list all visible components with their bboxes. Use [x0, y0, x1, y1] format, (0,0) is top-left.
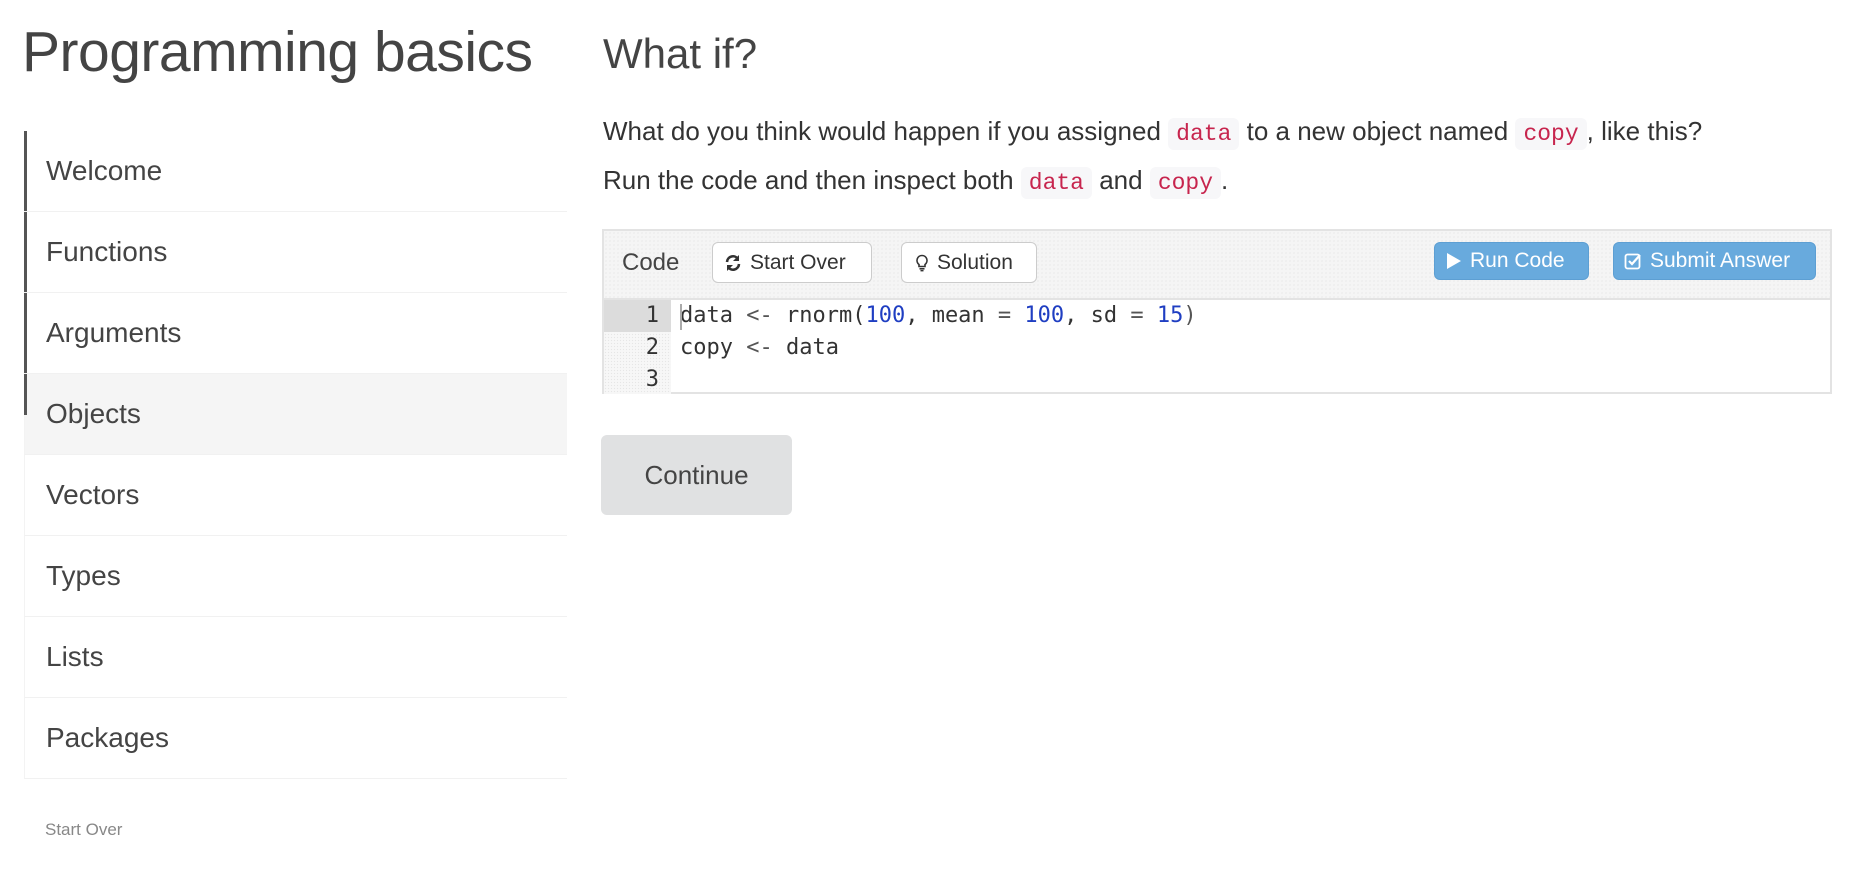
- nav-item-functions[interactable]: Functions: [24, 212, 567, 293]
- inline-code: copy: [1149, 167, 1222, 199]
- line-number: 3: [645, 367, 659, 392]
- section-nav: Welcome Functions Arguments Objects Vect…: [24, 131, 567, 779]
- button-label: Run Code: [1470, 249, 1565, 272]
- nav-item-label: Welcome: [46, 155, 163, 186]
- play-icon: [1446, 252, 1462, 270]
- nav-item-types[interactable]: Types: [24, 536, 567, 617]
- section-heading: What if?: [603, 30, 758, 77]
- continue-button[interactable]: Continue: [601, 435, 792, 515]
- start-over-link[interactable]: Start Over: [45, 820, 122, 840]
- inline-code: data: [1168, 118, 1240, 150]
- code-identifier-token: data: [680, 303, 747, 328]
- code-operator-token: <-: [746, 303, 773, 328]
- inline-code: data: [1020, 167, 1092, 199]
- start-over-button[interactable]: Start Over: [712, 242, 872, 283]
- nav-item-lists[interactable]: Lists: [24, 617, 567, 698]
- text: .: [1221, 165, 1229, 195]
- code-identifier-token: rnorm(: [772, 303, 866, 328]
- text: to a new object named: [1239, 116, 1516, 146]
- line-number: 1: [604, 300, 671, 332]
- inline-code: copy: [1515, 118, 1587, 150]
- nav-item-label: Vectors: [46, 479, 140, 510]
- code-exercise: Code Start Over Solution Run Code Submit…: [602, 229, 1832, 394]
- code-editor[interactable]: 1 2 3 data <- rnorm(100, mean = 100, sd …: [604, 300, 1830, 394]
- checkbox-icon: [1624, 252, 1642, 270]
- solution-button[interactable]: Solution: [901, 242, 1037, 283]
- button-label: Solution: [937, 250, 1013, 274]
- nav-item-label: Lists: [46, 641, 104, 672]
- button-label: Start Over: [750, 250, 846, 274]
- code-identifier-token: , mean: [905, 303, 998, 328]
- completed-indicator: [24, 212, 27, 292]
- tutorial-title: Programming basics: [22, 20, 533, 84]
- text: What do you think would happen if you as…: [603, 116, 1169, 146]
- code-operator-token: =: [997, 303, 1012, 328]
- nav-item-label: Functions: [46, 236, 168, 267]
- completed-indicator: [24, 131, 27, 211]
- code-operator-token: =: [1130, 303, 1144, 328]
- lightbulb-icon: [915, 254, 929, 272]
- nav-item-label: Types: [46, 560, 121, 591]
- nav-item-packages[interactable]: Packages: [24, 698, 567, 779]
- code-identifier-token: copy: [680, 335, 747, 360]
- code-number-token: 15: [1156, 303, 1184, 328]
- progress-indicator: [24, 374, 27, 415]
- code-operator-token: <-: [746, 335, 773, 360]
- code-operator-token: ): [1183, 303, 1197, 328]
- code-line[interactable]: data <- rnorm(100, mean = 100, sd = 15): [680, 300, 1197, 332]
- nav-item-label: Packages: [46, 722, 169, 753]
- text: Run the code and then inspect both: [603, 165, 1021, 195]
- nav-item-arguments[interactable]: Arguments: [24, 293, 567, 374]
- nav-item-objects[interactable]: Objects: [24, 374, 567, 455]
- nav-item-vectors[interactable]: Vectors: [24, 455, 567, 536]
- refresh-icon: [724, 254, 742, 272]
- submit-answer-button[interactable]: Submit Answer: [1613, 242, 1816, 280]
- line-number-gutter: 1 2 3: [604, 300, 671, 394]
- completed-indicator: [24, 293, 27, 373]
- instructions: What do you think would happen if you as…: [603, 108, 1843, 206]
- code-label: Code: [622, 249, 680, 276]
- nav-item-label: Arguments: [46, 317, 182, 348]
- run-code-button[interactable]: Run Code: [1434, 242, 1589, 280]
- text: , like this?: [1586, 116, 1703, 146]
- line-number: 2: [645, 335, 659, 360]
- code-identifier-token: , sd: [1064, 303, 1131, 328]
- button-label: Submit Answer: [1650, 249, 1791, 272]
- code-line[interactable]: copy <- data: [680, 332, 839, 364]
- code-identifier-token: data: [772, 335, 839, 360]
- text-cursor: [680, 304, 682, 330]
- text: and: [1091, 165, 1150, 195]
- code-identifier-token: [1144, 303, 1157, 328]
- code-identifier-token: [1011, 303, 1024, 328]
- nav-item-label: Objects: [46, 398, 141, 429]
- code-number-token: 100: [1024, 303, 1065, 328]
- nav-item-welcome[interactable]: Welcome: [24, 131, 567, 212]
- code-number-token: 100: [865, 303, 906, 328]
- exercise-toolbar: Code Start Over Solution Run Code Submit…: [604, 231, 1830, 300]
